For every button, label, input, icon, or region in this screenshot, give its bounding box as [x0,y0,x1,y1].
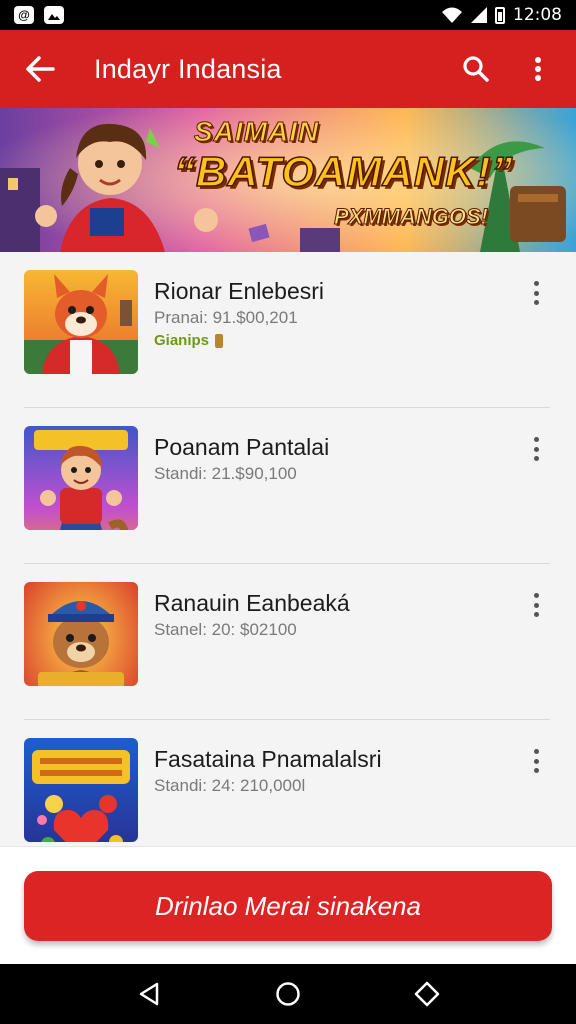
game-title: Poanam Pantalai [154,434,330,460]
battery-icon [495,6,505,24]
item-more-button[interactable] [524,590,548,620]
recents-diamond-icon [414,981,439,1007]
list-item[interactable]: Rionar Enlebesri Pranai: 91.$00,201 Gian… [0,252,576,408]
back-triangle-icon [140,982,159,1006]
search-button[interactable] [452,45,500,93]
more-vertical-icon [535,57,541,81]
item-more-button[interactable] [524,278,548,308]
search-icon [463,56,489,82]
game-thumbnail [24,426,138,530]
notification-icon: @ [14,6,34,24]
game-title: Fasataina Pnamalalsri [154,746,382,772]
app-screen: @ 12:08 Indayr Indansia SAIMAIN “BATOAMA… [0,0,576,1024]
game-title: Rionar Enlebesri [154,278,325,304]
nav-home-button[interactable] [266,972,310,1016]
list-item[interactable]: Fasataina Pnamalalsri Standi: 24: 210,00… [0,720,576,846]
status-time: 12:08 [513,5,562,25]
status-right: 12:08 [441,5,562,25]
arrow-left-icon [26,56,55,82]
game-stat: Standi: 21.$90,100 [154,464,297,483]
promo-banner[interactable]: SAIMAIN “BATOAMANK!” PXMMANGOS! [0,108,576,252]
badge-chip-icon [215,333,224,348]
more-options-button[interactable] [514,45,562,93]
item-more-button[interactable] [524,746,548,776]
game-title: Ranauin Eanbeaká [154,590,350,616]
nav-recents-button[interactable] [405,972,449,1016]
game-thumbnail [24,582,138,686]
game-badge-label: Gianips [154,332,210,349]
system-nav-bar [0,964,576,1024]
banner-headline-top: SAIMAIN [193,116,320,148]
game-list: Rionar Enlebesri Pranai: 91.$00,201 Gian… [0,252,576,846]
list-item[interactable]: Poanam Pantalai Standi: 21.$90,100 [0,408,576,564]
back-button[interactable] [12,41,68,97]
status-bar: @ 12:08 [0,0,576,30]
banner-subheadline: PXMMANGOS! [334,204,489,230]
bottom-action-area: Drinlao Merai sinakena [0,846,576,964]
game-thumbnail [24,738,138,842]
game-stat: Standi: 24: 210,000l [154,776,306,795]
banner-headline: “BATOAMANK!” [173,147,514,196]
nav-back-button[interactable] [127,972,171,1016]
list-item[interactable]: Ranauin Eanbeaká Stanel: 20: $02100 [0,564,576,720]
primary-cta-button[interactable]: Drinlao Merai sinakena [24,871,552,941]
app-title: Indayr Indansia [94,53,282,84]
home-circle-icon [276,982,300,1006]
game-stat: Pranai: 91.$00,201 [154,308,298,327]
item-more-button[interactable] [524,434,548,464]
game-stat: Stanel: 20: $02100 [154,620,297,639]
signal-icon [471,7,487,23]
status-left: @ [14,6,64,24]
game-thumbnail [24,270,138,374]
wifi-icon [442,7,462,23]
app-bar: Indayr Indansia [0,30,576,108]
image-icon [44,6,64,24]
game-badge: Gianips [154,332,224,349]
